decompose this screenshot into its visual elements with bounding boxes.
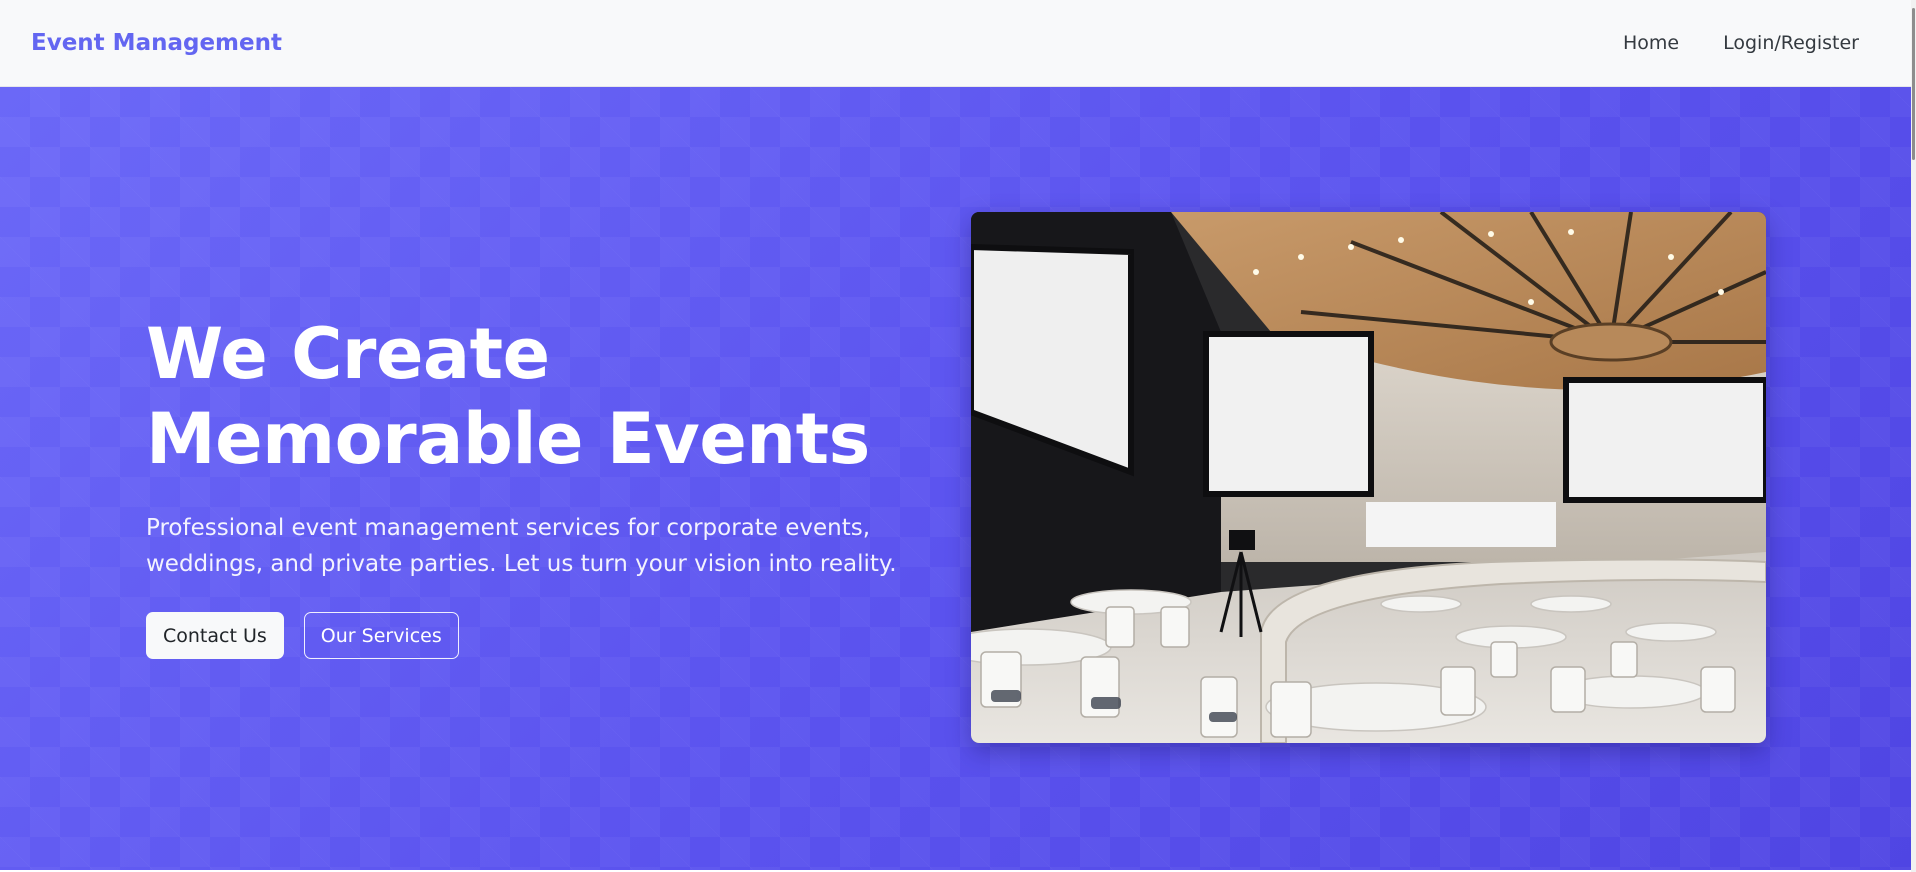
hero-title: We Create Memorable Events <box>146 313 870 480</box>
hero-buttons: Contact Us Our Services <box>146 612 946 659</box>
our-services-button[interactable]: Our Services <box>303 612 459 659</box>
scrollbar-thumb[interactable] <box>1912 8 1915 160</box>
hero-subtitle: Professional event management services f… <box>146 515 897 577</box>
hero-section: We Create Memorable Events Professional … <box>0 87 1916 870</box>
hero-text: We Create Memorable Events Professional … <box>146 312 946 659</box>
page-scrollbar[interactable] <box>1911 0 1916 872</box>
conference-hall-photo <box>971 212 1766 743</box>
nav-links: Home Login/Register <box>1623 32 1859 54</box>
brand-logo[interactable]: Event Management <box>31 30 282 56</box>
nav-link-home[interactable]: Home <box>1623 32 1679 54</box>
hero-image <box>971 212 1766 743</box>
navbar: Event Management Home Login/Register <box>0 0 1916 87</box>
nav-link-login-register[interactable]: Login/Register <box>1723 32 1859 54</box>
contact-us-button[interactable]: Contact Us <box>146 612 284 659</box>
